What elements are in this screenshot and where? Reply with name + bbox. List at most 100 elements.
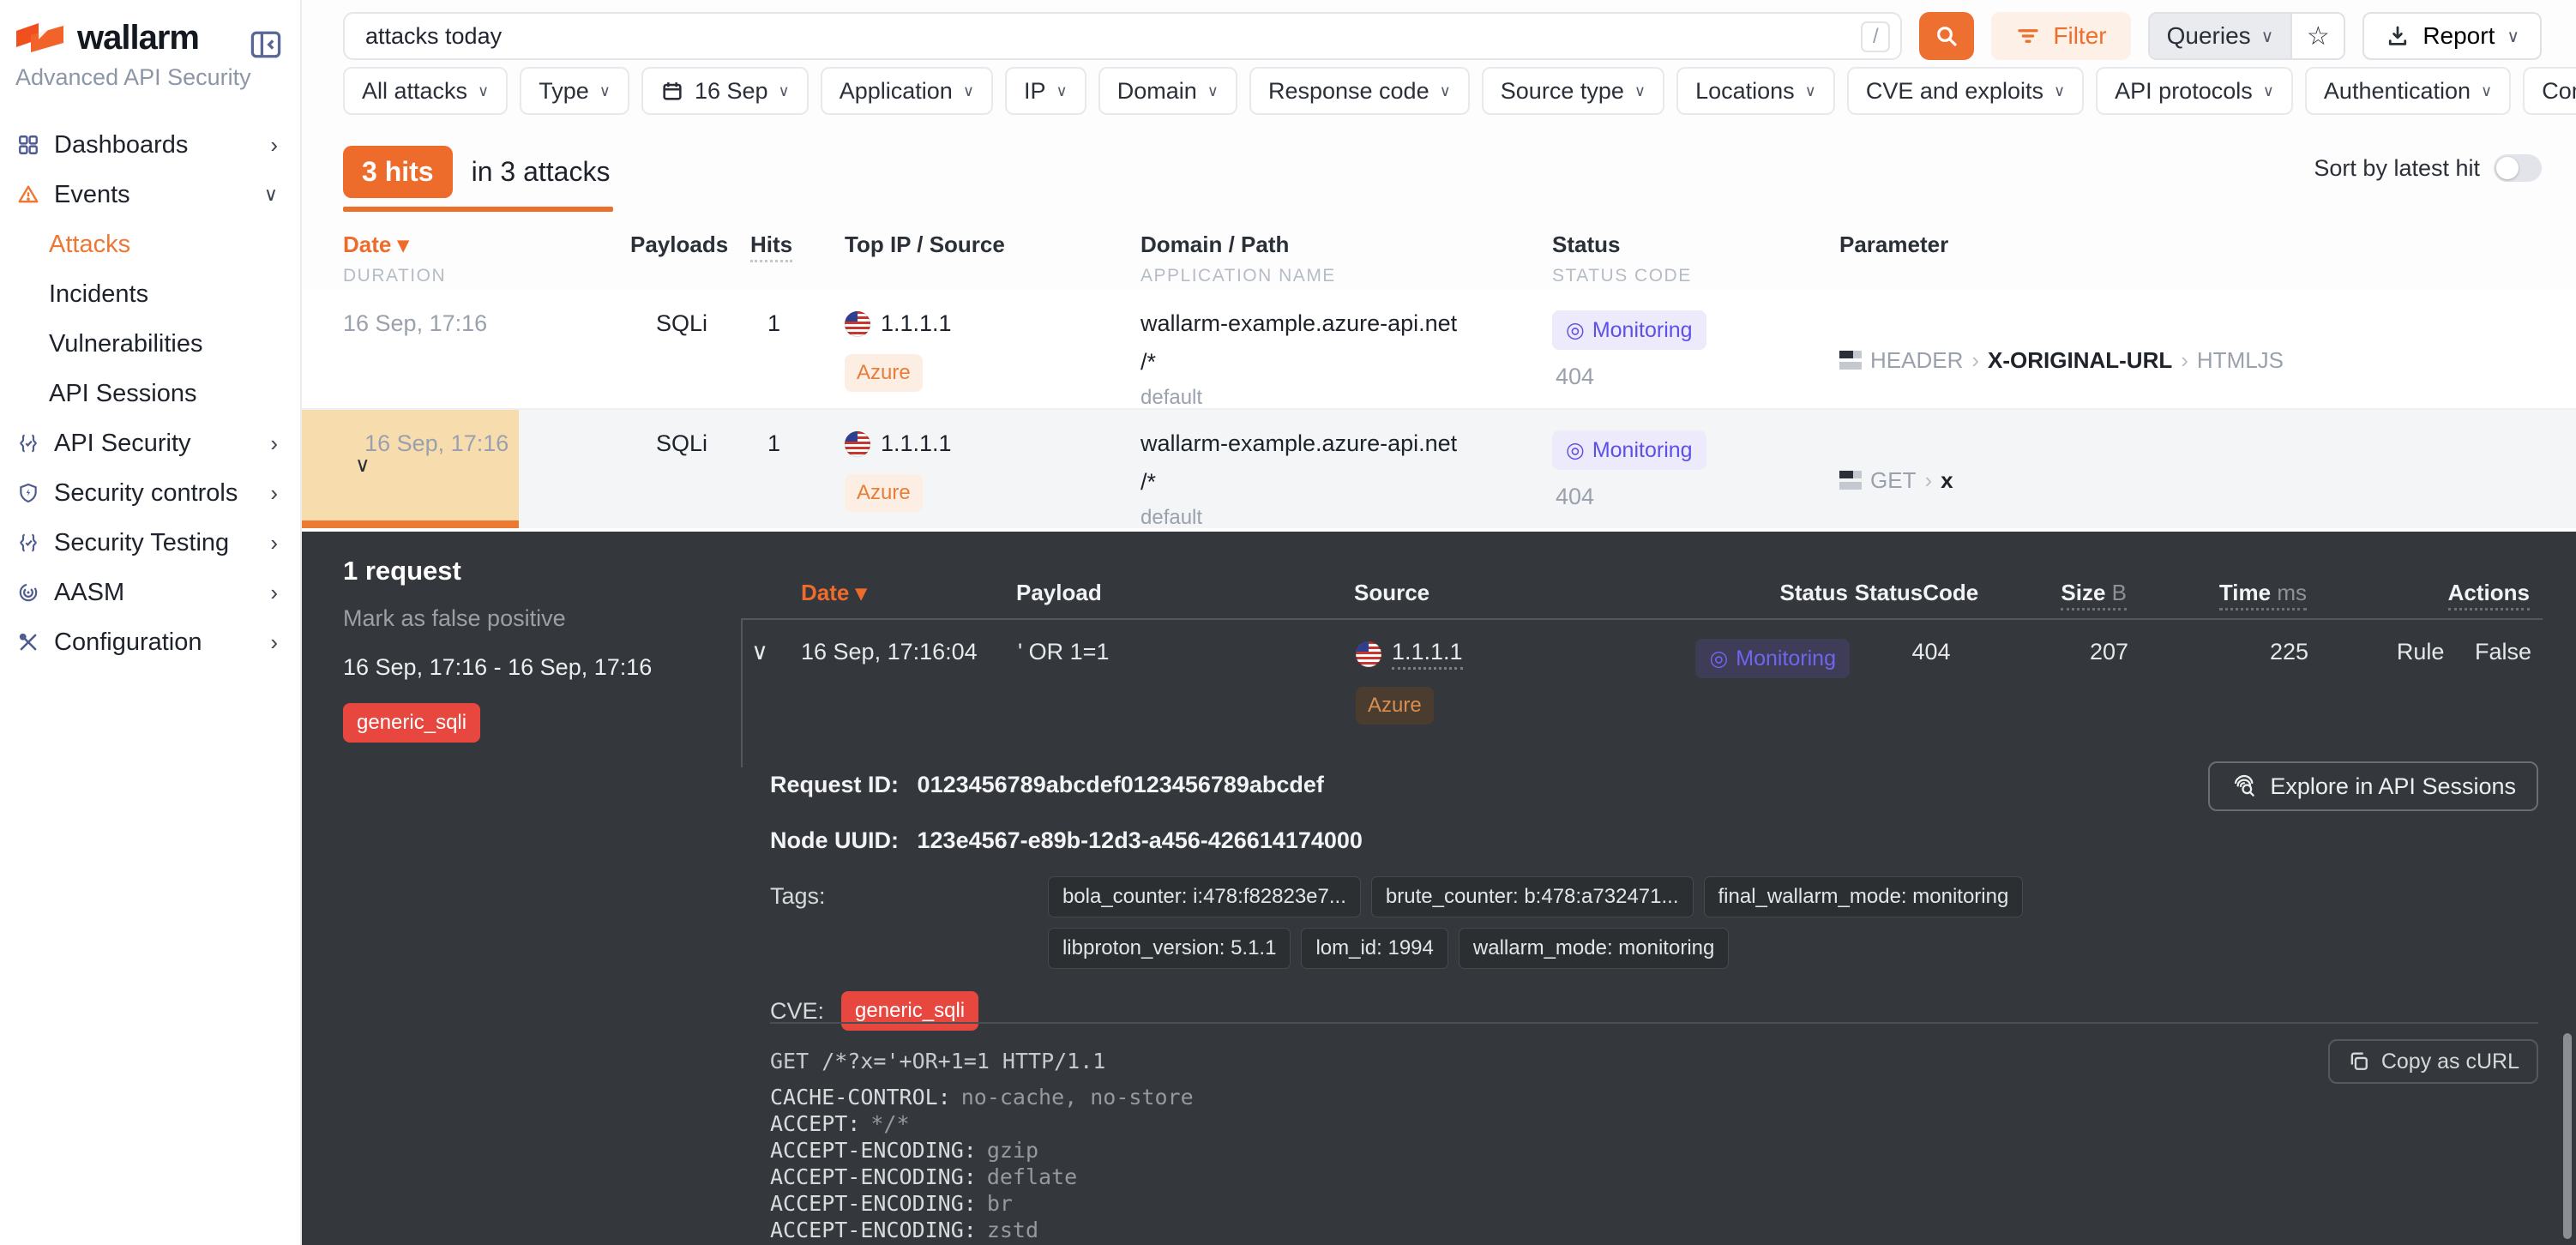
slash-shortcut-key: / bbox=[1861, 21, 1890, 52]
chevron-down-icon: ∨ bbox=[2054, 82, 2065, 100]
filter-chip-ip[interactable]: IP ∨ bbox=[1005, 67, 1086, 115]
request-row[interactable]: ∨ 16 Sep, 17:16:04 ' OR 1=1 1.1.1.1 Azur… bbox=[741, 620, 2543, 767]
filter-chip-api-protocols[interactable]: API protocols ∨ bbox=[2096, 67, 2293, 115]
sidebar-item-vulnerabilities[interactable]: Vulnerabilities bbox=[0, 319, 300, 369]
source-tag: Azure bbox=[845, 354, 923, 392]
filter-chip-application[interactable]: Application ∨ bbox=[821, 67, 993, 115]
wallarm-logo bbox=[15, 21, 65, 56]
req-column-payload: Payload bbox=[985, 580, 1303, 606]
cve-tag[interactable]: generic_sqli bbox=[841, 991, 978, 1031]
request-ip[interactable]: 1.1.1.1 bbox=[1392, 639, 1463, 670]
sidebar-item-dashboards[interactable]: Dashboards › bbox=[0, 120, 300, 170]
search-button[interactable] bbox=[1919, 12, 1974, 60]
filter-chip-date[interactable]: 16 Sep ∨ bbox=[641, 67, 809, 115]
tag-chip[interactable]: final_wallarm_mode: monitoring bbox=[1704, 876, 2024, 917]
copy-as-curl-button[interactable]: Copy as cURL bbox=[2328, 1039, 2538, 1084]
sidebar-item-incidents[interactable]: Incidents bbox=[0, 269, 300, 319]
tag-chip[interactable]: brute_counter: b:478:a732471... bbox=[1371, 876, 1694, 917]
sidebar-item-security-controls[interactable]: Security controls › bbox=[0, 468, 300, 518]
sidebar-item-label: Dashboards bbox=[54, 131, 188, 159]
mark-false-positive-link[interactable]: Mark as false positive bbox=[343, 605, 703, 632]
sidebar-item-api-sessions[interactable]: API Sessions bbox=[0, 369, 300, 418]
column-domain-path: Domain / Path bbox=[1141, 232, 1552, 258]
sidebar-item-aasm[interactable]: AASM › bbox=[0, 568, 300, 617]
attack-status-code: 404 bbox=[1552, 484, 1839, 510]
attack-row-expanded[interactable]: ∨ 16 Sep, 17:16 SQLi 1 1.1.1.1 Azure wal… bbox=[302, 410, 2576, 528]
req-column-actions[interactable]: Actions bbox=[2448, 580, 2530, 610]
queries-button[interactable]: Queries ∨ bbox=[2150, 14, 2291, 58]
req-column-time[interactable]: Time ms bbox=[2219, 580, 2307, 610]
tag-chip[interactable]: lom_id: 1994 bbox=[1301, 928, 1447, 969]
sidebar-item-configuration[interactable]: Configuration › bbox=[0, 617, 300, 667]
explore-api-sessions-button[interactable]: Explore in API Sessions bbox=[2208, 761, 2538, 811]
filter-chip-locations[interactable]: Locations ∨ bbox=[1676, 67, 1835, 115]
favorite-star-icon[interactable]: ☆ bbox=[2290, 14, 2344, 58]
filter-chip-domain[interactable]: Domain ∨ bbox=[1098, 67, 1237, 115]
security-testing-icon bbox=[17, 532, 39, 554]
node-uuid-row: Node UUID: 123e4567-e89b-12d3-a456-42661… bbox=[770, 827, 2216, 854]
filter-chip-type[interactable]: Type ∨ bbox=[520, 67, 629, 115]
requests-table: Date ▾ Payload Source Status StatusCode … bbox=[741, 580, 2543, 767]
attack-row[interactable]: 16 Sep, 17:16 SQLi 1 1.1.1.1 Azure walla… bbox=[302, 290, 2576, 410]
chevron-down-icon: ∨ bbox=[1056, 82, 1068, 100]
filter-chip-all-attacks[interactable]: All attacks ∨ bbox=[343, 67, 508, 115]
filter-chip-cve[interactable]: CVE and exploits ∨ bbox=[1847, 67, 2084, 115]
chevron-down-icon: ∨ bbox=[599, 82, 611, 100]
filter-chip-compare-to[interactable]: Compare to... ∨ bbox=[2523, 67, 2576, 115]
attack-domain: wallarm-example.azure-api.net bbox=[1141, 310, 1552, 337]
status-badge: ◎ Monitoring bbox=[1552, 430, 1706, 470]
filter-chip-source-type[interactable]: Source type ∨ bbox=[1482, 67, 1664, 115]
sidebar-item-label: Events bbox=[54, 181, 130, 209]
false-action[interactable]: False bbox=[2475, 639, 2531, 665]
report-button[interactable]: Report ∨ bbox=[2362, 12, 2542, 60]
column-top-ip: Top IP / Source bbox=[845, 232, 1141, 258]
sidebar-nav: Dashboards › Events ∨ Attacks Incidents … bbox=[0, 120, 300, 667]
chevron-right-icon: › bbox=[270, 629, 278, 656]
download-icon bbox=[2385, 23, 2410, 49]
chevron-down-icon[interactable]: ∨ bbox=[743, 620, 777, 767]
req-column-statuscode: StatusCode bbox=[1848, 580, 1985, 606]
attack-ip[interactable]: 1.1.1.1 bbox=[881, 430, 952, 457]
search-input[interactable] bbox=[343, 12, 1902, 60]
queries-button-label: Queries bbox=[2167, 22, 2251, 50]
sidebar-item-security-testing[interactable]: Security Testing › bbox=[0, 518, 300, 568]
attack-ip[interactable]: 1.1.1.1 bbox=[881, 310, 952, 337]
attacks-count-text: in 3 attacks bbox=[472, 156, 611, 188]
us-flag-icon bbox=[1356, 641, 1381, 667]
filter-chip-authentication[interactable]: Authentication ∨ bbox=[2305, 67, 2511, 115]
http-request-line: GET /*?x='+OR+1=1 HTTP/1.1 bbox=[770, 1048, 2516, 1074]
req-column-size[interactable]: Size B bbox=[2061, 580, 2127, 610]
filter-chip-row: All attacks ∨ Type ∨ 16 Sep ∨ Applicatio… bbox=[302, 60, 2576, 115]
request-id-row: Request ID: 0123456789abcdef0123456789ab… bbox=[770, 772, 2216, 798]
column-date[interactable]: Date ▾ bbox=[343, 232, 630, 258]
request-size: 207 bbox=[1987, 620, 2150, 767]
req-column-date[interactable]: Date ▾ bbox=[775, 580, 985, 606]
tag-chip[interactable]: libproton_version: 5.1.1 bbox=[1048, 928, 1291, 969]
report-button-label: Report bbox=[2423, 22, 2495, 50]
explore-button-label: Explore in API Sessions bbox=[2270, 773, 2516, 800]
column-hits[interactable]: Hits bbox=[750, 232, 792, 262]
rule-action[interactable]: Rule bbox=[2397, 639, 2445, 665]
tag-chip[interactable]: bola_counter: i:478:f82823e7... bbox=[1048, 876, 1361, 917]
shield-icon bbox=[17, 482, 39, 504]
sidebar-item-api-security[interactable]: API Security › bbox=[0, 418, 300, 468]
cve-row: CVE: generic_sqli bbox=[770, 991, 2216, 1031]
filter-chip-response-code[interactable]: Response code ∨ bbox=[1249, 67, 1470, 115]
tag-chip[interactable]: wallarm_mode: monitoring bbox=[1459, 928, 1729, 969]
scrollbar[interactable] bbox=[2563, 1033, 2572, 1239]
request-status-code: 404 bbox=[1850, 620, 1987, 767]
collapse-sidebar-icon[interactable] bbox=[247, 26, 285, 63]
attack-path: /* bbox=[1141, 469, 1552, 496]
chevron-down-icon: ∨ bbox=[478, 82, 489, 100]
chevron-down-icon: ∨ bbox=[2263, 82, 2274, 100]
sidebar-item-attacks[interactable]: Attacks bbox=[0, 220, 300, 269]
parameter-location-icon bbox=[1839, 471, 1862, 490]
sort-desc-icon: ▾ bbox=[398, 232, 409, 257]
chevron-down-icon: ∨ bbox=[264, 183, 278, 206]
request-id-value: 0123456789abcdef0123456789abcdef bbox=[918, 772, 1324, 797]
chevron-down-icon[interactable]: ∨ bbox=[355, 454, 370, 477]
sidebar-item-events[interactable]: Events ∨ bbox=[0, 170, 300, 220]
filter-button[interactable]: Filter bbox=[1991, 12, 2130, 60]
sort-toggle[interactable] bbox=[2494, 154, 2542, 182]
monitoring-eye-icon: ◎ bbox=[1709, 646, 1728, 671]
